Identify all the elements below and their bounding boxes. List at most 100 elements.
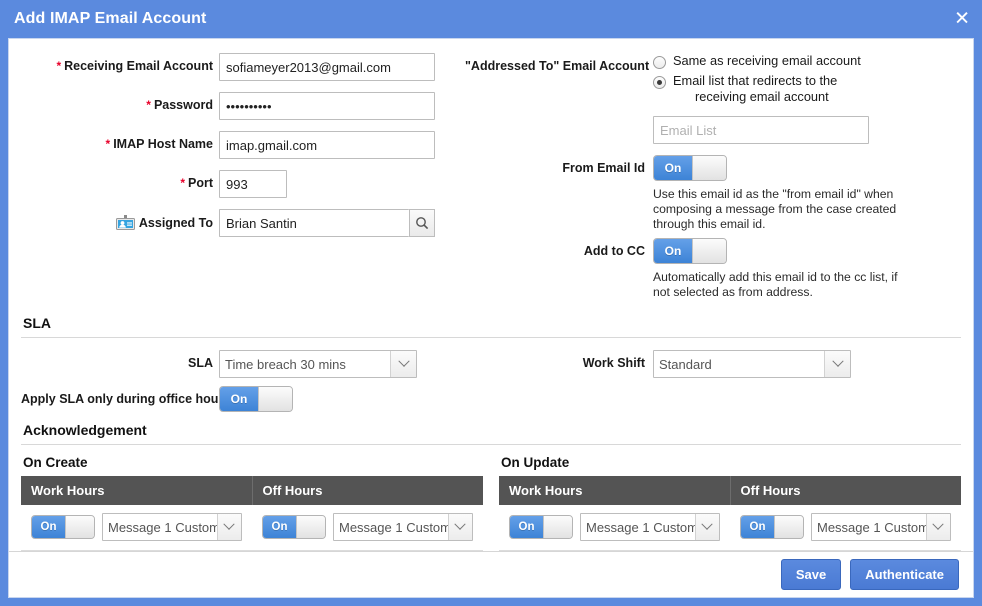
field-addressed-to: "Addressed To" Email Account Same as rec… xyxy=(465,53,961,144)
radio-same-as-receiving[interactable]: Same as receiving email account xyxy=(653,53,961,69)
addressed-to-label: "Addressed To" Email Account xyxy=(465,53,653,73)
chevron-down-icon xyxy=(824,351,850,377)
sla-select-value: Time breach 30 mins xyxy=(220,351,390,377)
radio-email-list-redirect[interactable]: Email list that redirects to the receivi… xyxy=(653,73,961,105)
acknowledgement-tables: On Create Work Hours Off Hours On xyxy=(21,455,961,551)
password-label: *Password xyxy=(21,92,219,112)
on-create-work-hours-message-select[interactable]: Message 1 Custom xyxy=(102,513,242,541)
toggle-state-label: On xyxy=(220,387,258,411)
sla-select[interactable]: Time breach 30 mins xyxy=(219,350,417,378)
radio-same-as-receiving-label: Same as receiving email account xyxy=(673,53,861,69)
required-asterisk: * xyxy=(56,59,61,73)
on-create-off-hours-message-select[interactable]: Message 1 Custom xyxy=(333,513,473,541)
ack-on-update-table: Work Hours Off Hours On xyxy=(499,476,961,551)
add-to-cc-label: Add to CC xyxy=(465,238,653,258)
imap-host-label: *IMAP Host Name xyxy=(21,131,219,151)
form-columns: *Receiving Email Account *Password xyxy=(21,53,961,311)
field-receiving-email: *Receiving Email Account xyxy=(21,53,453,81)
required-asterisk: * xyxy=(106,137,111,151)
on-update-work-hours-toggle[interactable]: On xyxy=(509,515,573,539)
form-right-column: "Addressed To" Email Account Same as rec… xyxy=(453,53,961,311)
ack-block-on-create: On Create Work Hours Off Hours On xyxy=(21,455,483,551)
field-from-email-id: From Email Id On Use this email id as th… xyxy=(465,155,961,232)
field-sla: SLA Time breach 30 mins xyxy=(21,350,453,378)
ack-on-create-table: Work Hours Off Hours On xyxy=(21,476,483,551)
dialog-sheet: *Receiving Email Account *Password xyxy=(8,38,974,598)
assigned-to-label: Assigned To xyxy=(21,209,219,230)
message-select-value: Message 1 Custom xyxy=(581,514,695,540)
work-shift-select-value: Standard xyxy=(654,351,824,377)
toggle-knob xyxy=(543,516,572,538)
chevron-down-icon xyxy=(926,514,950,540)
field-imap-host: *IMAP Host Name xyxy=(21,131,453,159)
table-row: On Message 1 Custom xyxy=(21,505,483,551)
receiving-email-label: *Receiving Email Account xyxy=(21,53,219,73)
email-list-input[interactable] xyxy=(653,116,869,144)
receiving-email-input[interactable] xyxy=(219,53,435,81)
port-input[interactable] xyxy=(219,170,287,198)
toggle-state-label: On xyxy=(741,516,774,538)
column-header-off-hours: Off Hours xyxy=(253,476,484,505)
apply-sla-office-hours-label: Apply SLA only during office hours xyxy=(21,386,219,406)
radio-icon-selected xyxy=(653,76,666,89)
apply-sla-office-hours-toggle[interactable]: On xyxy=(219,386,293,412)
radio-email-list-label: Email list that redirects to the xyxy=(673,73,837,88)
add-imap-email-account-dialog: Add IMAP Email Account ✕ *Receiving Emai… xyxy=(0,0,982,606)
required-asterisk: * xyxy=(180,176,185,190)
dialog-content: *Receiving Email Account *Password xyxy=(9,39,973,551)
column-header-off-hours: Off Hours xyxy=(731,476,962,505)
assigned-to-input[interactable] xyxy=(219,209,409,237)
on-update-off-hours-toggle[interactable]: On xyxy=(740,515,804,539)
field-port: *Port xyxy=(21,170,453,198)
table-header-row: Work Hours Off Hours xyxy=(499,476,961,505)
radio-icon xyxy=(653,56,666,69)
on-update-off-hours-message-select[interactable]: Message 1 Custom xyxy=(811,513,951,541)
search-icon xyxy=(415,216,429,230)
imap-host-input[interactable] xyxy=(219,131,435,159)
id-badge-icon xyxy=(116,215,135,230)
sla-section-divider xyxy=(21,337,961,338)
field-work-shift: Work Shift Standard xyxy=(465,350,961,378)
on-create-work-hours-toggle[interactable]: On xyxy=(31,515,95,539)
sla-section-title: SLA xyxy=(21,315,961,337)
toggle-knob xyxy=(774,516,803,538)
work-shift-label: Work Shift xyxy=(465,350,653,370)
assigned-to-lookup xyxy=(219,209,453,237)
from-email-id-help: Use this email id as the "from email id"… xyxy=(653,187,905,232)
toggle-state-label: On xyxy=(654,156,692,180)
table-header-row: Work Hours Off Hours xyxy=(21,476,483,505)
from-email-id-toggle[interactable]: On xyxy=(653,155,727,181)
chevron-down-icon xyxy=(217,514,241,540)
sla-section: SLA SLA Time breach 30 mins xyxy=(21,315,961,412)
sla-label: SLA xyxy=(21,350,219,370)
toggle-knob xyxy=(65,516,94,538)
save-button[interactable]: Save xyxy=(781,559,841,590)
password-input[interactable] xyxy=(219,92,435,120)
chevron-down-icon xyxy=(695,514,719,540)
toggle-state-label: On xyxy=(32,516,65,538)
radio-email-list-label-line2: receiving email account xyxy=(673,89,837,105)
field-password: *Password xyxy=(21,92,453,120)
toggle-knob xyxy=(692,156,726,180)
on-update-work-hours-message-select[interactable]: Message 1 Custom xyxy=(580,513,720,541)
add-to-cc-toggle[interactable]: On xyxy=(653,238,727,264)
ack-block-on-update: On Update Work Hours Off Hours On xyxy=(499,455,961,551)
authenticate-button[interactable]: Authenticate xyxy=(850,559,959,590)
on-create-off-hours-toggle[interactable]: On xyxy=(262,515,326,539)
message-select-value: Message 1 Custom xyxy=(812,514,926,540)
dialog-footer: Save Authenticate xyxy=(9,551,973,597)
toggle-state-label: On xyxy=(263,516,296,538)
chevron-down-icon xyxy=(448,514,472,540)
field-add-to-cc: Add to CC On Automatically add this emai… xyxy=(465,238,961,300)
cell-work-hours: On Message 1 Custom xyxy=(21,505,252,550)
work-shift-select[interactable]: Standard xyxy=(653,350,851,378)
ack-on-create-heading: On Create xyxy=(21,455,483,470)
required-asterisk: * xyxy=(146,98,151,112)
column-header-work-hours: Work Hours xyxy=(499,476,731,505)
chevron-down-icon xyxy=(390,351,416,377)
message-select-value: Message 1 Custom xyxy=(334,514,448,540)
field-apply-sla-office-hours: Apply SLA only during office hours On xyxy=(21,386,961,412)
toggle-knob xyxy=(692,239,726,263)
assigned-to-search-button[interactable] xyxy=(409,209,435,237)
close-icon[interactable]: ✕ xyxy=(954,10,970,29)
